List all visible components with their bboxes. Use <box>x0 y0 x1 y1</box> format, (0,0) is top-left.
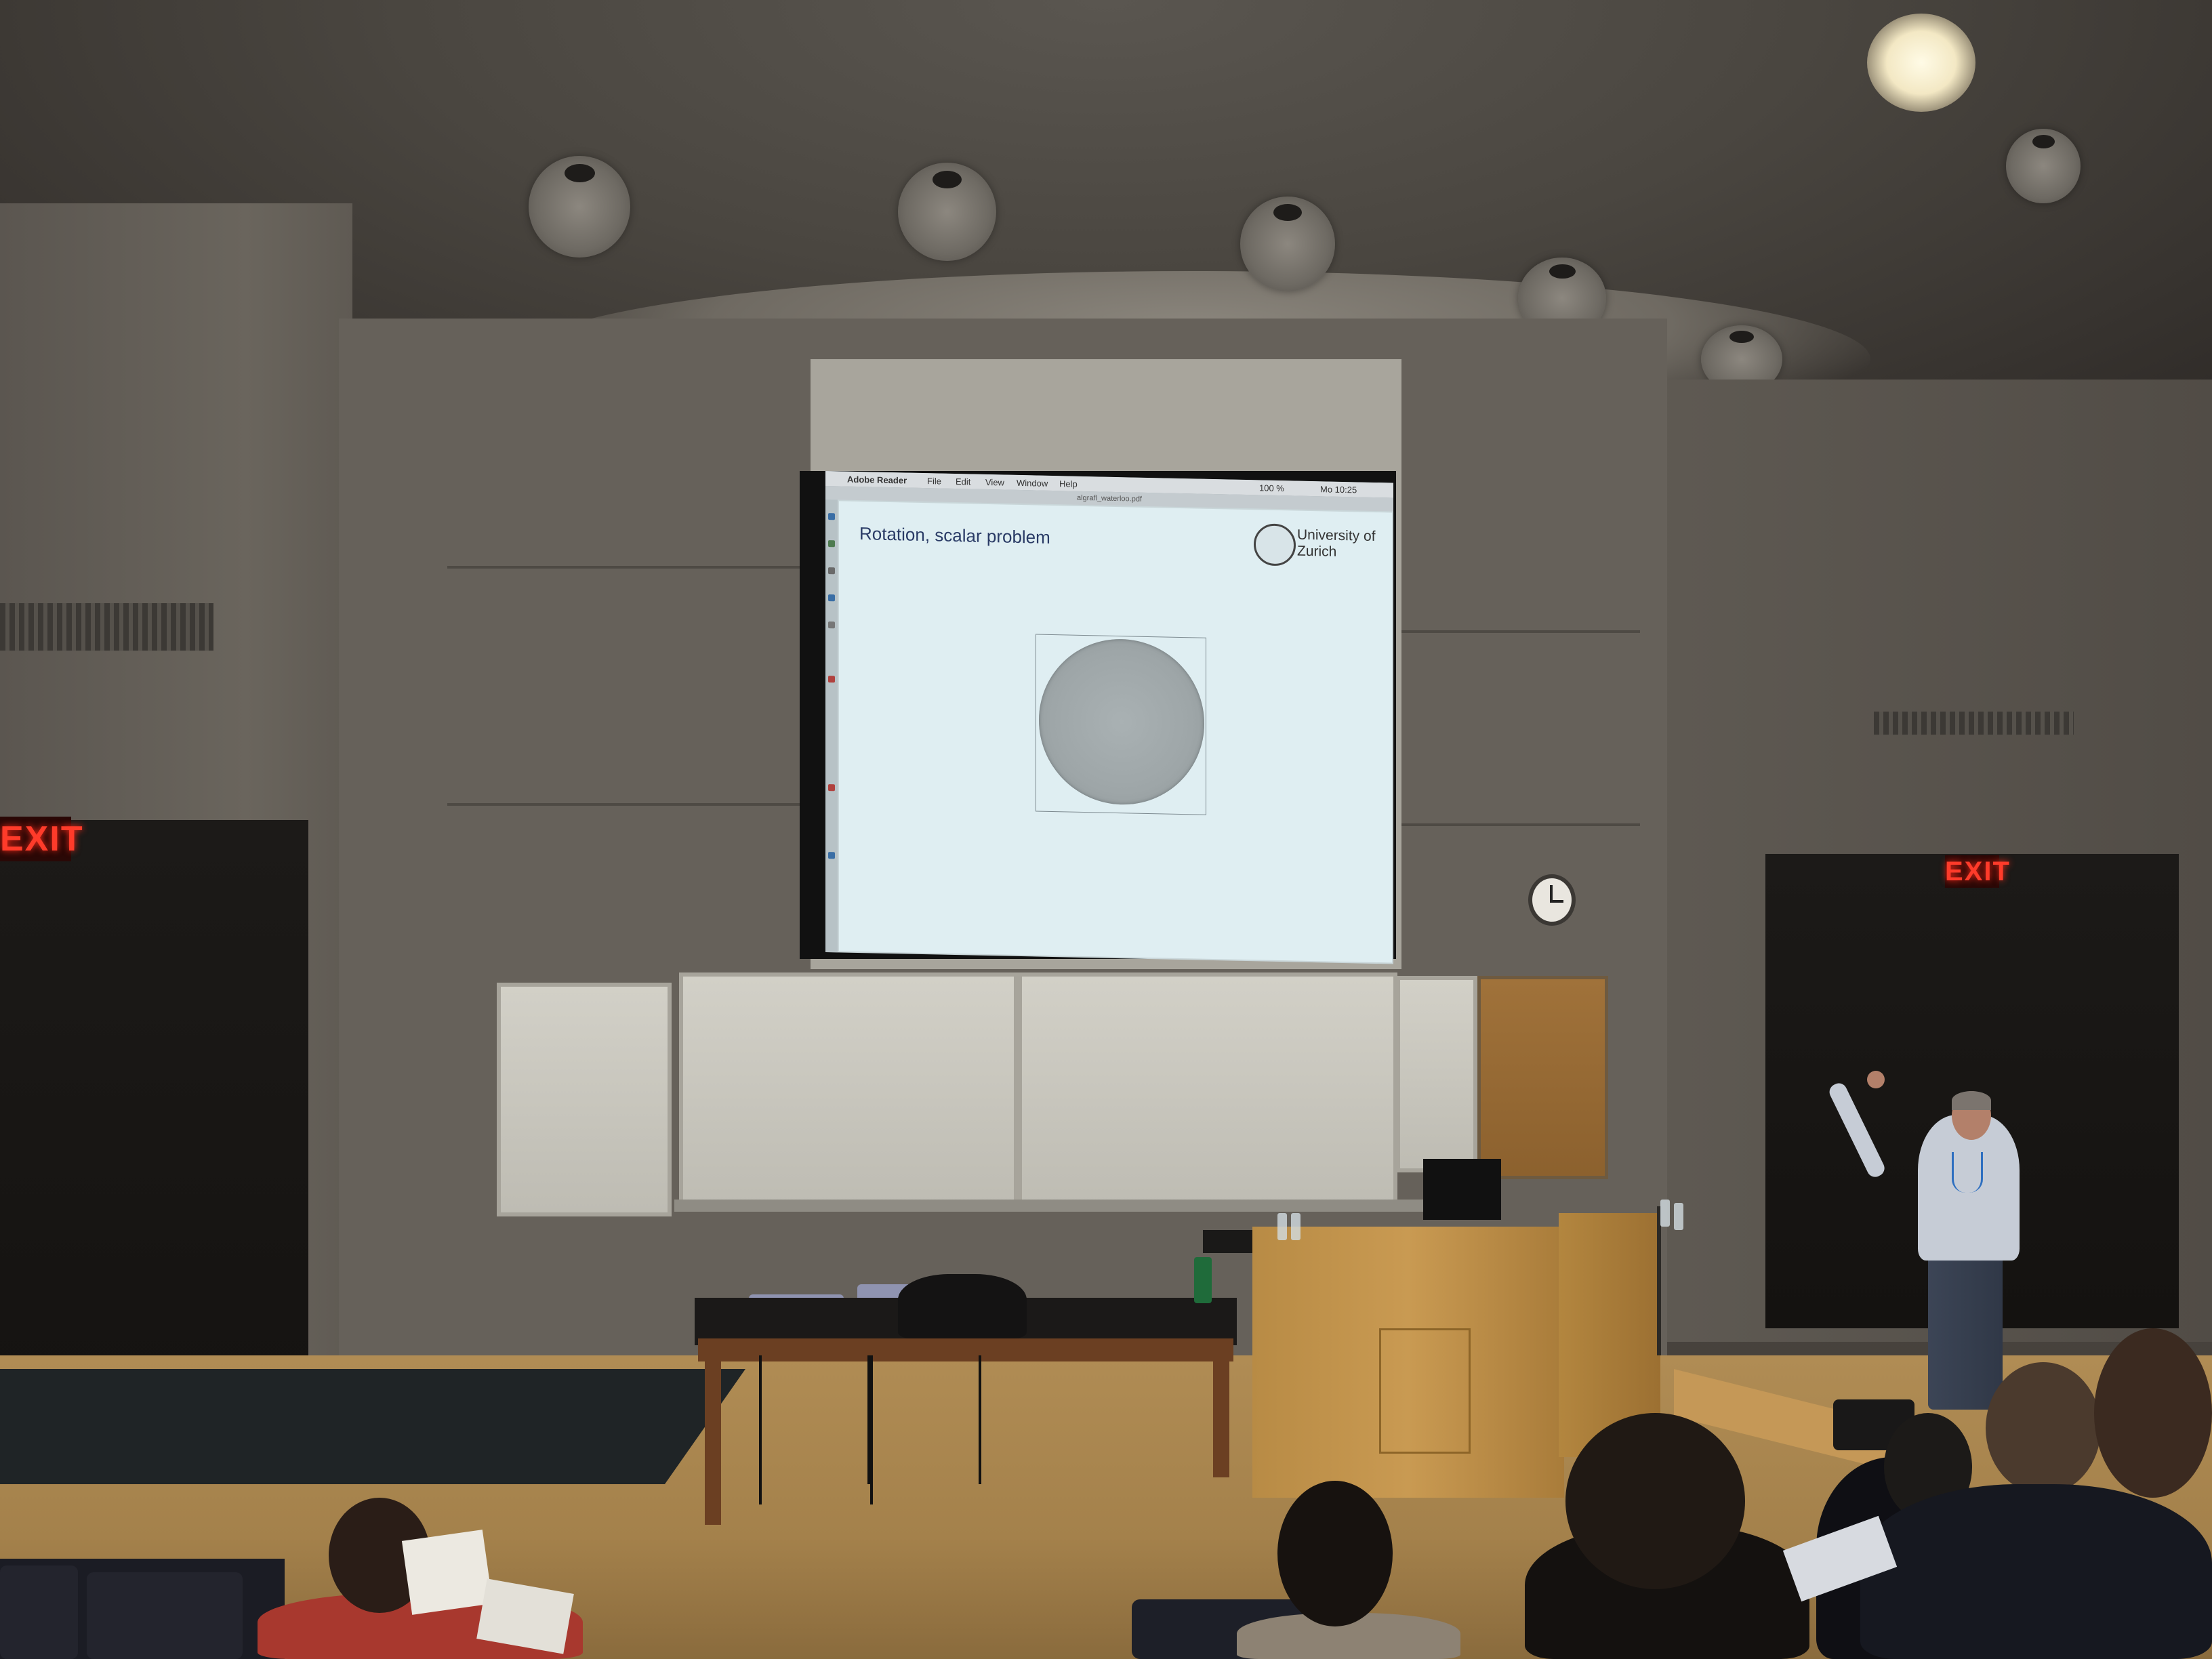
menubar-clock: Mo 10:25 <box>1320 484 1357 495</box>
auditorium-seat <box>0 1565 78 1659</box>
wall-panel-line <box>1396 823 1640 826</box>
wall-panel-line <box>447 566 813 569</box>
ceiling-light <box>898 163 996 261</box>
water-bottle <box>1660 1200 1670 1227</box>
university-logo-text: University of Zurich <box>1297 527 1376 561</box>
whiteboard-tray <box>674 1200 1474 1212</box>
logo-line-2: Zurich <box>1297 543 1337 560</box>
logo-line-1: University of <box>1297 527 1376 544</box>
floor-dark-strip <box>0 1369 745 1484</box>
water-bottle <box>1674 1203 1683 1230</box>
tool-icon[interactable] <box>828 594 835 602</box>
menu-help[interactable]: Help <box>1059 478 1078 489</box>
table-leg <box>705 1349 721 1525</box>
menu-file[interactable]: File <box>927 476 941 486</box>
auditorium-seat <box>87 1572 243 1659</box>
whiteboard-panel <box>679 972 1018 1210</box>
menu-window[interactable]: Window <box>1017 478 1048 489</box>
pdf-reader-window: Adobe Reader File Edit View Window Help … <box>825 471 1393 964</box>
lectern-cabinet-door <box>1379 1328 1471 1454</box>
laptop-monitor <box>1423 1159 1501 1220</box>
tool-icon[interactable] <box>828 540 835 548</box>
slide-title: Rotation, scalar problem <box>859 523 1050 548</box>
wall-panel-line <box>1396 630 1640 633</box>
tool-icon[interactable] <box>828 567 835 575</box>
presenter-lanyard <box>1952 1152 1983 1193</box>
paper-sheet <box>401 1530 493 1615</box>
water-bottle <box>1291 1213 1300 1240</box>
exit-sign-left: EXIT <box>0 817 83 861</box>
drink-can <box>1194 1257 1212 1303</box>
wall-vent <box>0 603 213 651</box>
ceiling-light <box>2006 129 2081 203</box>
whiteboard-panel <box>1018 972 1397 1210</box>
menu-edit[interactable]: Edit <box>956 476 970 487</box>
audience-member-body <box>1860 1484 2212 1659</box>
audience-member-head <box>1565 1413 1745 1589</box>
chair-legs <box>759 1355 873 1504</box>
lecture-hall-scene: EXIT EXIT Adobe Reader File Edit View Wi… <box>0 0 2212 1659</box>
whiteboard-panel <box>497 983 672 1216</box>
wall-vent <box>1874 712 2074 735</box>
tool-icon[interactable] <box>828 676 835 683</box>
audience-member-head <box>1986 1362 2101 1494</box>
backpack <box>898 1274 1027 1338</box>
audience-member-head <box>2094 1328 2212 1498</box>
university-seal-icon <box>1254 523 1296 567</box>
wall-clock-icon <box>1528 874 1576 926</box>
university-logo: University of Zurich <box>1254 520 1382 573</box>
tool-icon[interactable] <box>828 852 835 859</box>
side-toolbar <box>825 499 838 953</box>
side-table <box>1657 1206 1722 1355</box>
water-bottle <box>1277 1213 1287 1240</box>
whiteboard-panel <box>1396 976 1477 1172</box>
wall-panel-line <box>447 803 813 806</box>
slide-page: Rotation, scalar problem University of Z… <box>839 501 1392 963</box>
presenter-hand <box>1867 1071 1885 1088</box>
menu-app-name[interactable]: Adobe Reader <box>847 474 907 486</box>
rotating-disk-plot <box>1039 637 1204 806</box>
zoom-readout: 100 % <box>1259 483 1284 494</box>
tool-icon[interactable] <box>828 513 835 520</box>
presenter-legs <box>1928 1254 2003 1410</box>
ceiling-light-lit <box>1867 14 1975 112</box>
ceiling-light <box>529 156 630 258</box>
exit-sign-right: EXIT <box>1945 855 2011 888</box>
ceiling-light <box>1240 197 1335 291</box>
tool-icon[interactable] <box>828 784 835 792</box>
table-leg <box>1213 1349 1229 1477</box>
tool-icon[interactable] <box>828 621 835 629</box>
audience-member-head <box>1277 1481 1393 1626</box>
chair-legs <box>867 1355 981 1484</box>
menu-view[interactable]: View <box>985 477 1004 488</box>
plot-frame <box>1036 634 1206 815</box>
corkboard <box>1477 976 1608 1179</box>
presenter-hair <box>1952 1091 1991 1110</box>
